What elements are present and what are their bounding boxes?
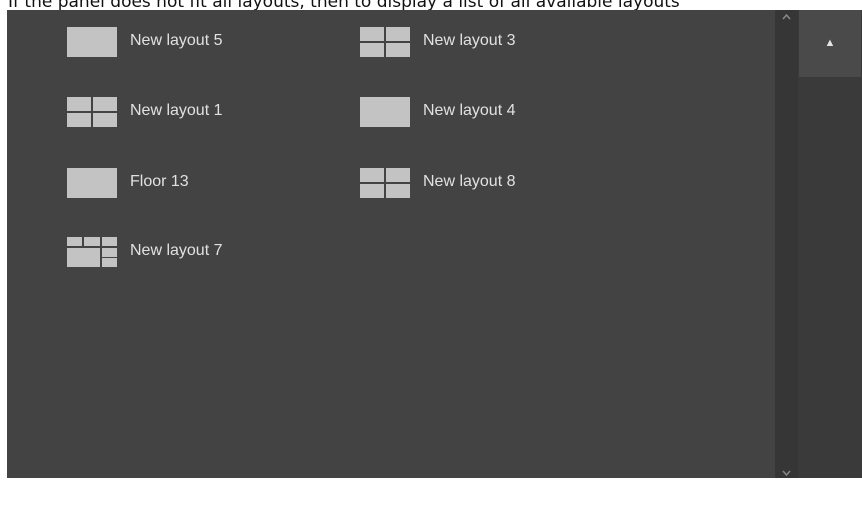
layout-single-icon: [67, 27, 117, 57]
scroll-up-icon[interactable]: [775, 10, 798, 24]
layout-single-icon: [67, 168, 117, 198]
scroll-down-icon[interactable]: [775, 466, 798, 480]
layout-item-label: Floor 13: [130, 173, 189, 190]
layout-list-panel: New layout 5 New layout 3 New layout 1 N…: [7, 10, 775, 478]
layout-item-label: New layout 3: [423, 32, 516, 49]
layout-grid-2x2-icon: [360, 168, 410, 198]
layout-item-label: New layout 1: [130, 102, 223, 119]
layout-grid-mixed-icon: [67, 237, 117, 267]
collapse-panel-button[interactable]: ▲: [799, 10, 861, 77]
right-sidebar: ▲: [798, 10, 862, 478]
layout-item-label: New layout 8: [423, 173, 516, 190]
layout-item-label: New layout 4: [423, 102, 516, 119]
caption-text: If the panel does not fit all layouts, t…: [8, 0, 680, 10]
layout-grid-2x2-icon: [67, 97, 117, 127]
vertical-scrollbar[interactable]: [775, 10, 798, 478]
layout-single-icon: [360, 97, 410, 127]
layout-item-label: New layout 5: [130, 32, 223, 49]
layout-grid-2x2-icon: [360, 27, 410, 57]
triangle-up-icon: ▲: [824, 37, 836, 49]
layout-item-label: New layout 7: [130, 242, 223, 259]
